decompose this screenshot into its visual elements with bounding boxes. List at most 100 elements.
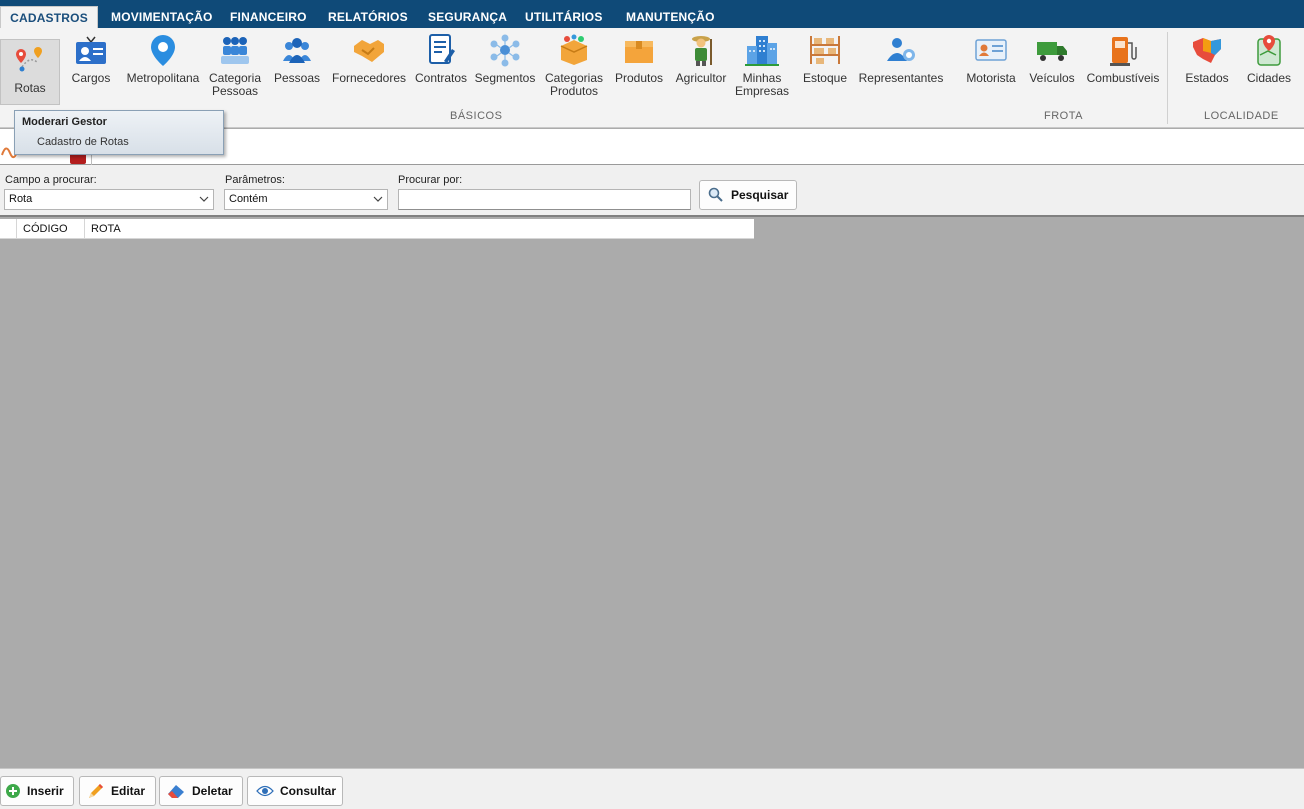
box-icon <box>621 32 657 68</box>
ribbon-label-cidades: Cidades <box>1246 71 1292 85</box>
route-pin-icon <box>12 42 48 78</box>
consult-button-label: Consultar <box>280 784 337 798</box>
field-label: Campo a procurar: <box>5 174 97 186</box>
edit-button[interactable]: Editar <box>79 776 156 806</box>
city-map-icon <box>1251 32 1287 68</box>
ribbon-label-metropolitana: Metropolitana <box>126 71 200 85</box>
handshake-icon <box>351 32 387 68</box>
ribbon-button-pessoas[interactable]: Pessoas <box>272 32 322 85</box>
ribbon-label-produtos: Produtos <box>614 71 664 85</box>
search-icon <box>708 187 723 202</box>
ribbon-button-segmentos[interactable]: Segmentos <box>474 32 536 85</box>
delete-button[interactable]: Deletar <box>159 776 243 806</box>
plus-circle-icon <box>6 784 20 798</box>
pencil-icon <box>89 784 103 798</box>
params-label: Parâmetros: <box>225 174 285 186</box>
people-group-icon <box>217 32 253 68</box>
representative-icon <box>883 32 919 68</box>
ribbon-button-produtos[interactable]: Produtos <box>612 32 666 85</box>
search-panel: Campo a procurar: Rota Parâmetros: Conté… <box>0 165 1304 217</box>
ribbon-label-cargos: Cargos <box>71 71 111 85</box>
eye-icon <box>256 785 274 797</box>
map-pin-icon <box>145 32 181 68</box>
action-bar: Inserir Editar Deletar Consultar <box>0 768 1304 809</box>
ribbon-label-motorista: Motorista <box>966 71 1016 85</box>
group-label-localidade: LOCALIDADE <box>1204 110 1279 122</box>
product-categories-icon <box>556 32 592 68</box>
params-select[interactable]: Contém <box>224 189 388 210</box>
states-map-icon <box>1189 32 1225 68</box>
ribbon-button-contratos[interactable]: Contratos <box>412 32 470 85</box>
ribbon-button-cidades[interactable]: Cidades <box>1242 32 1296 85</box>
ribbon-button-veiculos[interactable]: Veículos <box>1026 32 1078 85</box>
ribbon-label-estoque: Estoque <box>802 71 848 85</box>
ribbon-button-metropolitana[interactable]: Metropolitana <box>124 32 202 85</box>
ribbon-label-segmentos: Segmentos <box>474 71 536 85</box>
tooltip-title: Moderari Gestor <box>22 116 107 128</box>
menu-tab-relatorios[interactable]: RELATÓRIOS <box>328 6 408 28</box>
ribbon-label-rotas: Rotas <box>14 81 46 95</box>
ribbon-button-rotas[interactable]: Rotas <box>0 39 60 105</box>
ribbon-button-combustiveis[interactable]: Combustíveis <box>1086 32 1160 85</box>
field-select-value: Rota <box>9 193 33 205</box>
group-label-frota: FROTA <box>1044 110 1083 122</box>
ribbon-label-veiculos: Veículos <box>1029 71 1075 85</box>
ribbon-label-contratos: Contratos <box>414 71 468 85</box>
ribbon-label-combustiveis: Combustíveis <box>1086 71 1160 85</box>
insert-button-label: Inserir <box>27 784 64 798</box>
buildings-icon <box>744 32 780 68</box>
driver-license-icon <box>973 32 1009 68</box>
grid-column-rota[interactable]: ROTA <box>84 219 754 239</box>
menu-tab-utilitarios[interactable]: UTILITÁRIOS <box>525 6 603 28</box>
main-menu-bar: CADASTROS MOVIMENTAÇÃO FINANCEIRO RELATÓ… <box>0 0 1304 28</box>
ribbon-button-categoria-pessoas[interactable]: Categoria Pessoas <box>206 32 264 98</box>
params-select-value: Contém <box>229 193 268 205</box>
chevron-down-icon <box>373 196 383 202</box>
ribbon-label-representantes: Representantes <box>858 71 944 85</box>
edit-button-label: Editar <box>111 784 146 798</box>
grid-body <box>0 240 1304 768</box>
search-button[interactable]: Pesquisar <box>699 180 797 210</box>
delete-button-label: Deletar <box>192 784 233 798</box>
ribbon-button-categorias-produtos[interactable]: Categorias Produtos <box>542 32 606 98</box>
query-label: Procurar por: <box>398 174 463 186</box>
group-label-basicos: BÁSICOS <box>450 110 503 122</box>
ribbon-button-minhas-empresas[interactable]: Minhas Empresas <box>734 32 790 98</box>
ribbon-label-pessoas-sub: Pessoas <box>211 84 259 98</box>
shelves-icon <box>807 32 843 68</box>
ribbon-label-produtos-sub: Produtos <box>549 84 599 98</box>
ribbon-button-fornecedores[interactable]: Fornecedores <box>332 32 406 85</box>
ribbon-button-representantes[interactable]: Representantes <box>858 32 944 85</box>
farmer-icon <box>683 32 719 68</box>
network-icon <box>487 32 523 68</box>
ribbon-label-pessoas: Pessoas <box>273 71 321 85</box>
ribbon-button-estoque[interactable]: Estoque <box>800 32 850 85</box>
truck-icon <box>1034 32 1070 68</box>
ribbon-label-empresas: Empresas <box>734 84 790 98</box>
fuel-pump-icon <box>1105 32 1141 68</box>
contract-icon <box>423 32 459 68</box>
ribbon-label-estados: Estados <box>1185 71 1229 85</box>
search-button-label: Pesquisar <box>731 188 789 202</box>
id-card-icon <box>73 32 109 68</box>
menu-tab-manutencao[interactable]: MANUTENÇÃO <box>626 6 715 28</box>
eraser-icon <box>168 785 184 798</box>
ribbon-button-agricultor[interactable]: Agricultor <box>672 32 730 85</box>
ribbon-button-estados[interactable]: Estados <box>1180 32 1234 85</box>
menu-tab-movimentacao[interactable]: MOVIMENTAÇÃO <box>111 6 213 28</box>
menu-tab-seguranca[interactable]: SEGURANÇA <box>428 6 507 28</box>
field-select[interactable]: Rota <box>4 189 214 210</box>
ribbon-label-agricultor: Agricultor <box>675 71 727 85</box>
ribbon-button-motorista[interactable]: Motorista <box>962 32 1020 85</box>
ribbon-label-fornecedores: Fornecedores <box>331 71 407 85</box>
insert-button[interactable]: Inserir <box>0 776 74 806</box>
menu-tab-financeiro[interactable]: FINANCEIRO <box>230 6 307 28</box>
ribbon-button-cargos[interactable]: Cargos <box>66 32 116 85</box>
grid-column-codigo[interactable]: CÓDIGO <box>16 219 84 239</box>
menu-tab-cadastros[interactable]: CADASTROS <box>0 6 98 28</box>
tooltip: Moderari Gestor Cadastro de Rotas <box>14 110 224 155</box>
search-input[interactable] <box>398 189 691 210</box>
consult-button[interactable]: Consultar <box>247 776 343 806</box>
people-icon <box>279 32 315 68</box>
group-separator <box>1167 32 1168 124</box>
